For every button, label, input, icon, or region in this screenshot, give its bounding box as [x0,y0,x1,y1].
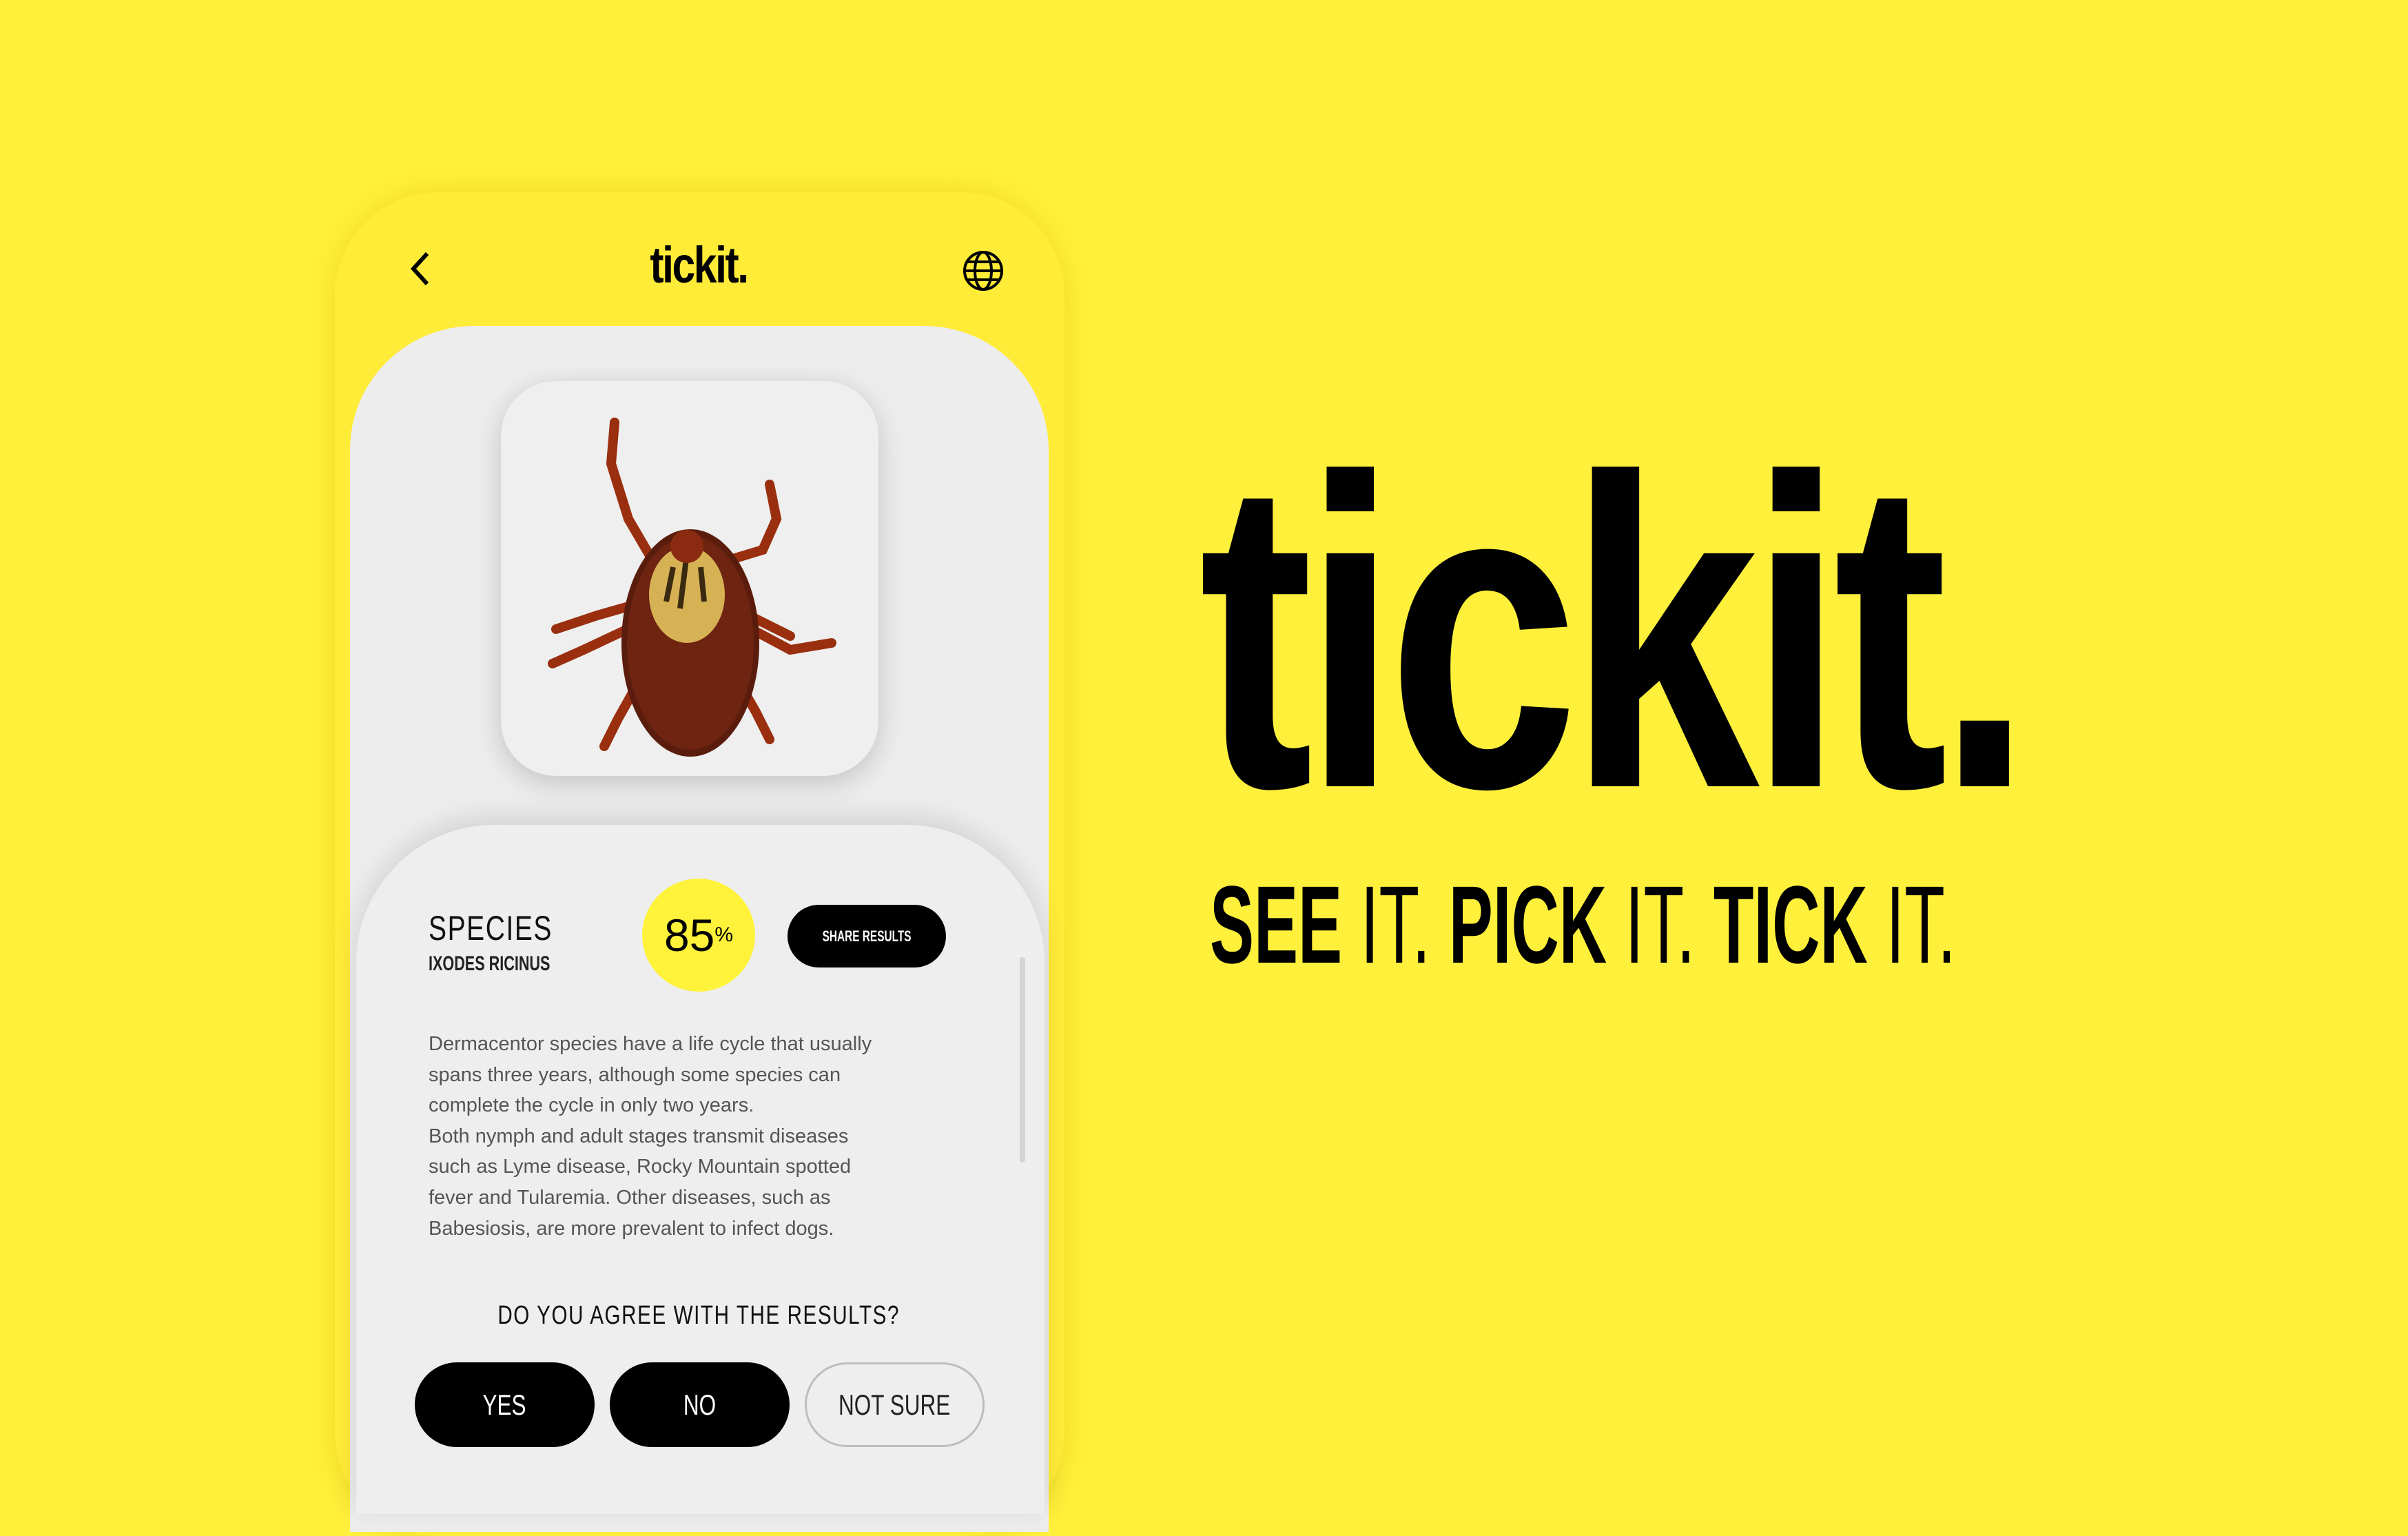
description-line: complete the cycle in only two years. [429,1094,754,1117]
yes-button[interactable]: YES [415,1362,595,1447]
feedback-question-text: DO YOU AGREE WITH THE RESULTS? [497,1301,900,1330]
tagline-word: PICK [1448,863,1607,986]
confidence-value: 85 [663,910,715,961]
yes-label: YES [482,1388,527,1421]
species-name: IXODES RICINUS [429,952,550,975]
tagline-word: IT. [1607,863,1714,986]
confidence-unit: % [714,923,734,946]
tick-photo [501,381,878,776]
share-results-button[interactable]: SHARE RESULTS [788,905,946,967]
tagline-word: IT. [1342,863,1449,986]
description-line: spans three years, although some species… [429,1063,841,1086]
globe-icon[interactable] [962,249,1005,292]
brand-logo: tickit. [1199,387,2033,880]
scrollbar[interactable] [1020,957,1025,1163]
tagline-word: SEE [1210,863,1343,986]
no-label: NO [683,1388,717,1421]
description-line: Dermacentor species have a life cycle th… [429,1033,872,1055]
species-label: SPECIES [429,909,553,948]
not-sure-button[interactable]: NOT SURE [805,1362,985,1447]
description-line: fever and Tularemia. Other diseases, suc… [429,1186,831,1209]
description-line: Both nymph and adult stages transmit dis… [429,1125,849,1147]
share-results-label: SHARE RESULTS [822,927,912,945]
not-sure-label: NOT SURE [838,1388,951,1421]
app-logo: tickit. [650,236,749,294]
brand-tagline: SEE IT. PICK IT. TICK IT. [1210,870,1956,980]
confidence-badge: 85% [642,879,755,992]
chevron-left-icon[interactable] [407,248,434,289]
description-line: Babesiosis, are more prevalent to infect… [429,1217,834,1240]
species-description: Dermacentor species have a life cycle th… [429,1029,952,1244]
feedback-question: DO YOU AGREE WITH THE RESULTS? [423,1301,974,1331]
description-line: such as Lyme disease, Rocky Mountain spo… [429,1156,852,1178]
tick-image [548,418,836,757]
tagline-word: IT. [1867,863,1956,986]
no-button[interactable]: NO [610,1362,790,1447]
tagline-word: TICK [1713,863,1868,986]
